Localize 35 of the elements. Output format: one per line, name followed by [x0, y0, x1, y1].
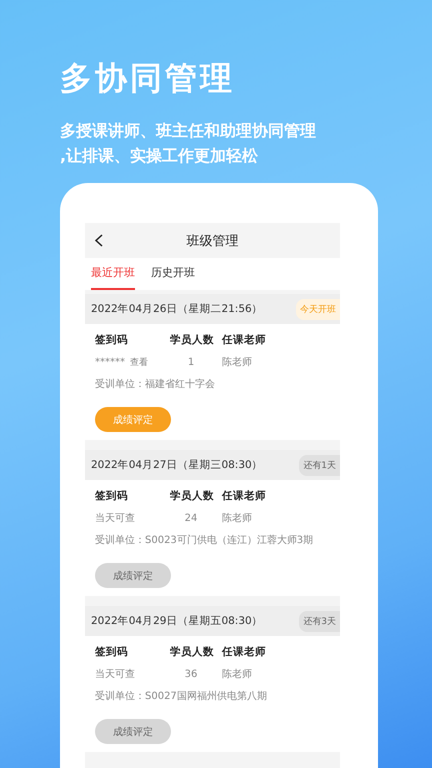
sign-in-code: ******	[95, 356, 125, 368]
training-unit: 受训单位：福建省红十字会	[95, 378, 216, 391]
subtitle: 多授课讲师、班主任和助理协同管理 ,让排课、实操工作更加轻松	[60, 120, 316, 167]
view-link[interactable]: 查看	[130, 356, 148, 368]
column-label: 学员人数	[170, 333, 215, 347]
status-badge: 还有1天	[299, 454, 340, 476]
back-icon[interactable]	[94, 234, 104, 247]
tab[interactable]: 历史开班	[151, 258, 195, 290]
teacher-name: 陈老师	[222, 668, 253, 681]
column-label: 签到码	[95, 333, 129, 347]
status-badge: 今天开班	[296, 298, 340, 320]
class-date: 2022年04月29日（星期五08:30）	[91, 614, 263, 628]
column-label: 任课老师	[222, 333, 267, 347]
column-label: 签到码	[95, 645, 129, 659]
teacher-name: 陈老师	[222, 512, 253, 525]
column-label: 任课老师	[222, 489, 267, 503]
teacher-name: 陈老师	[222, 356, 253, 369]
column-label: 任课老师	[222, 645, 267, 659]
class-date: 2022年04月27日（星期三08:30）	[91, 458, 263, 472]
status-badge: 还有3天	[299, 610, 340, 632]
column-label: 学员人数	[170, 645, 215, 659]
training-unit: 受训单位：S0023可门供电（连江）江蓉大师3期	[95, 534, 314, 547]
training-unit: 受训单位：S0027国网福州供电第八期	[95, 690, 268, 703]
page-title: 班级管理	[186, 232, 238, 250]
headline: 多协同管理	[60, 58, 235, 98]
student-count: 24	[184, 512, 198, 524]
class-date: 2022年04月26日（星期二21:56）	[91, 302, 263, 316]
sign-in-code: 当天可查	[95, 512, 135, 525]
sign-in-code: 当天可查	[95, 668, 135, 681]
tab[interactable]: 最近开班	[91, 258, 135, 290]
student-count: 36	[184, 668, 198, 680]
student-count: 1	[186, 356, 196, 368]
grade-button[interactable]: 成绩评定	[95, 407, 171, 432]
column-label: 学员人数	[170, 489, 215, 503]
column-label: 签到码	[95, 489, 129, 503]
